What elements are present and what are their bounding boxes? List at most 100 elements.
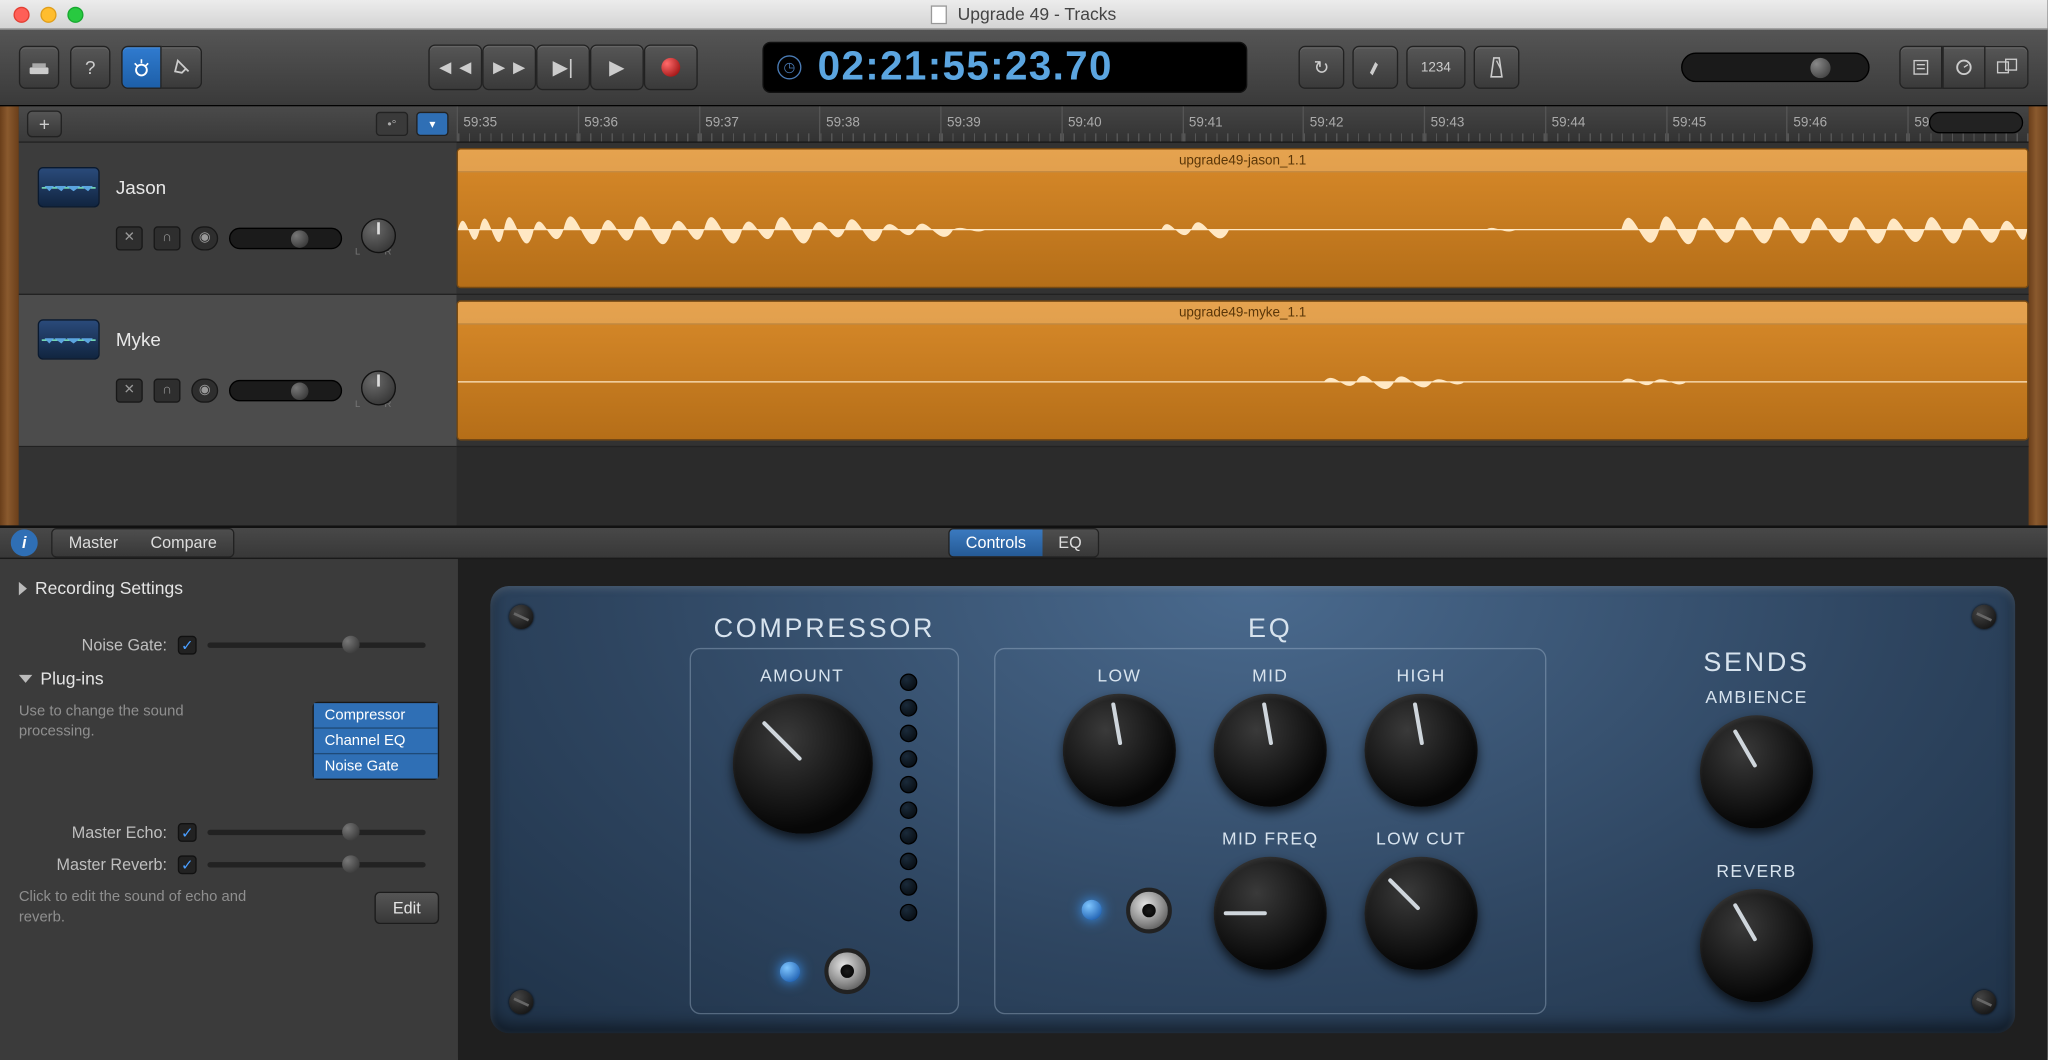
plugin-item[interactable]: Compressor bbox=[314, 703, 438, 729]
ruler-tick: 59:36 bbox=[578, 106, 699, 141]
eq-title: EQ bbox=[995, 614, 1545, 645]
master-volume-slider[interactable] bbox=[1681, 53, 1870, 83]
mute-button[interactable]: ✕ bbox=[116, 226, 143, 250]
track-name: Jason bbox=[116, 176, 166, 198]
waveform-icon bbox=[458, 325, 2027, 439]
mute-button[interactable]: ✕ bbox=[116, 378, 143, 402]
master-echo-checkbox[interactable]: ✓ bbox=[178, 823, 197, 842]
seg-controls[interactable]: Controls bbox=[950, 529, 1043, 556]
noise-gate-label: Noise Gate: bbox=[19, 636, 167, 655]
media-browser-button[interactable] bbox=[1985, 46, 2028, 89]
eq-lowcut-knob[interactable] bbox=[1365, 857, 1478, 970]
track-volume-slider[interactable] bbox=[229, 227, 342, 249]
smart-controls-panel: i Master Compare Controls EQ Recording S… bbox=[0, 525, 2047, 1027]
noise-gate-slider[interactable] bbox=[207, 643, 425, 648]
noise-gate-checkbox[interactable]: ✓ bbox=[178, 636, 197, 655]
stop-button[interactable]: ▶| bbox=[536, 44, 590, 90]
play-button[interactable]: ▶ bbox=[590, 44, 644, 90]
screw-icon bbox=[509, 605, 533, 629]
controls-eq-segment[interactable]: Controls EQ bbox=[948, 528, 1099, 558]
time-ruler[interactable]: 59:35 59:36 59:37 59:38 59:39 59:40 59:4… bbox=[457, 106, 2029, 142]
add-track-button[interactable]: + bbox=[27, 110, 62, 137]
track-header[interactable]: Jason ✕ ∩ ◉ LR bbox=[19, 143, 457, 295]
wood-edge-left bbox=[0, 106, 19, 525]
eq-mid-knob[interactable] bbox=[1214, 694, 1327, 807]
solo-headphones-button[interactable]: ∩ bbox=[154, 226, 181, 250]
metronome-button[interactable] bbox=[1474, 46, 1520, 89]
track-filter-toggle[interactable]: ▾ bbox=[416, 112, 448, 136]
lcd-display[interactable]: ◷ 02:21:55:23.70 bbox=[762, 42, 1247, 93]
edit-button[interactable]: Edit bbox=[374, 892, 439, 924]
clock-icon[interactable]: ◷ bbox=[777, 55, 801, 79]
ruler-tick: 59:38 bbox=[819, 106, 940, 141]
ruler-tick: 59:35 bbox=[457, 106, 578, 141]
record-button[interactable] bbox=[644, 44, 698, 90]
compressor-power-led[interactable] bbox=[779, 961, 799, 981]
input-monitor-button[interactable]: ◉ bbox=[191, 378, 218, 402]
reverb-knob[interactable] bbox=[1700, 889, 1813, 1002]
smart-controls-button[interactable] bbox=[121, 46, 161, 89]
eq-low-knob[interactable] bbox=[1063, 694, 1176, 807]
inspector-button[interactable]: i bbox=[11, 529, 38, 556]
quick-help-button[interactable]: ? bbox=[70, 46, 110, 89]
library-button[interactable] bbox=[19, 46, 59, 89]
ambience-knob[interactable] bbox=[1700, 715, 1813, 828]
loop-browser-button[interactable] bbox=[1942, 46, 1985, 89]
eq-group: EQ LOW MID HIGH MID FREQ LOW CUT bbox=[994, 648, 1546, 1014]
solo-headphones-button[interactable]: ∩ bbox=[154, 378, 181, 402]
plugin-item[interactable]: Noise Gate bbox=[314, 754, 438, 778]
seg-eq[interactable]: EQ bbox=[1042, 529, 1098, 556]
count-in-button[interactable]: 1234 bbox=[1406, 46, 1465, 89]
ruler-tick: 59:46 bbox=[1787, 106, 1908, 141]
plugin-list[interactable]: Compressor Channel EQ Noise Gate bbox=[313, 702, 440, 780]
editors-button[interactable] bbox=[162, 46, 202, 89]
eq-midfreq-knob[interactable] bbox=[1214, 857, 1327, 970]
ambience-label: AMBIENCE bbox=[1705, 687, 1807, 707]
plugins-header[interactable]: Plug-ins bbox=[19, 668, 439, 688]
audio-region[interactable]: upgrade49-jason_1.1 bbox=[457, 148, 2029, 288]
input-monitor-button[interactable]: ◉ bbox=[191, 226, 218, 250]
fx-area: COMPRESSOR AMOUNT bbox=[458, 559, 2047, 1060]
compressor-amount-knob[interactable] bbox=[732, 694, 872, 834]
eq-midfreq-label: MID FREQ bbox=[1222, 828, 1318, 848]
reverb-label: REVERB bbox=[1716, 861, 1796, 881]
compressor-title: COMPRESSOR bbox=[691, 614, 958, 645]
eq-power-led[interactable] bbox=[1082, 900, 1102, 920]
seg-compare[interactable]: Compare bbox=[134, 529, 233, 556]
ruler-tick: 59:41 bbox=[1182, 106, 1303, 141]
audio-region[interactable]: upgrade49-myke_1.1 bbox=[457, 300, 2029, 440]
track-pan-knob[interactable] bbox=[361, 218, 396, 253]
record-icon bbox=[661, 58, 680, 77]
track-icon bbox=[38, 167, 100, 207]
cycle-button[interactable]: ↻ bbox=[1299, 46, 1345, 89]
track-header[interactable]: Myke ✕ ∩ ◉ LR bbox=[19, 295, 457, 447]
track-volume-slider[interactable] bbox=[229, 379, 342, 401]
forward-button[interactable]: ►► bbox=[482, 44, 536, 90]
track-lane[interactable]: upgrade49-jason_1.1 bbox=[457, 143, 2029, 295]
eq-high-knob[interactable] bbox=[1365, 694, 1478, 807]
eq-jack-icon bbox=[1126, 887, 1172, 933]
horizontal-zoom-slider[interactable] bbox=[1929, 112, 2023, 134]
master-reverb-slider[interactable] bbox=[207, 862, 425, 867]
window-title: Upgrade 49 - Tracks bbox=[0, 4, 2047, 25]
arrange-empty[interactable] bbox=[457, 447, 2029, 525]
track-lane[interactable]: upgrade49-myke_1.1 bbox=[457, 295, 2029, 447]
echo-reverb-hint: Click to edit the sound of echo and reve… bbox=[19, 888, 288, 928]
automation-toggle[interactable]: •° bbox=[376, 112, 408, 136]
tuner-button[interactable] bbox=[1352, 46, 1398, 89]
wood-edge-right bbox=[2029, 106, 2048, 525]
master-reverb-checkbox[interactable]: ✓ bbox=[178, 855, 197, 874]
seg-master[interactable]: Master bbox=[53, 529, 135, 556]
lcd-time: 02:21:55:23.70 bbox=[818, 44, 1113, 90]
plugin-item[interactable]: Channel EQ bbox=[314, 729, 438, 755]
master-compare-segment[interactable]: Master Compare bbox=[51, 528, 234, 558]
recording-settings-header[interactable]: Recording Settings bbox=[19, 578, 439, 598]
arrange-area[interactable]: 59:35 59:36 59:37 59:38 59:39 59:40 59:4… bbox=[457, 106, 2029, 525]
track-pan-knob[interactable] bbox=[361, 370, 396, 405]
sends-title: SENDS bbox=[1703, 648, 1809, 679]
rewind-button[interactable]: ◄◄ bbox=[428, 44, 482, 90]
master-echo-slider[interactable] bbox=[207, 830, 425, 835]
compressor-jack-icon bbox=[824, 948, 870, 994]
notepad-button[interactable] bbox=[1899, 46, 1942, 89]
ruler-tick: 59:39 bbox=[940, 106, 1061, 141]
